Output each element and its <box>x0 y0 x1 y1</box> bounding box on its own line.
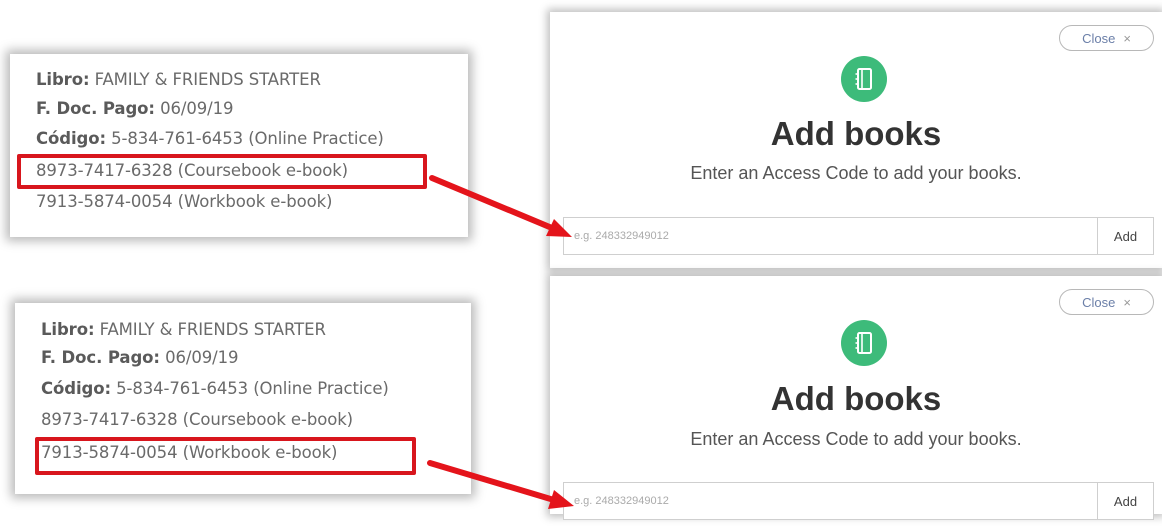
arrow-icon <box>427 460 574 509</box>
arrow-icon <box>429 175 572 237</box>
arrows-overlay <box>427 175 574 509</box>
